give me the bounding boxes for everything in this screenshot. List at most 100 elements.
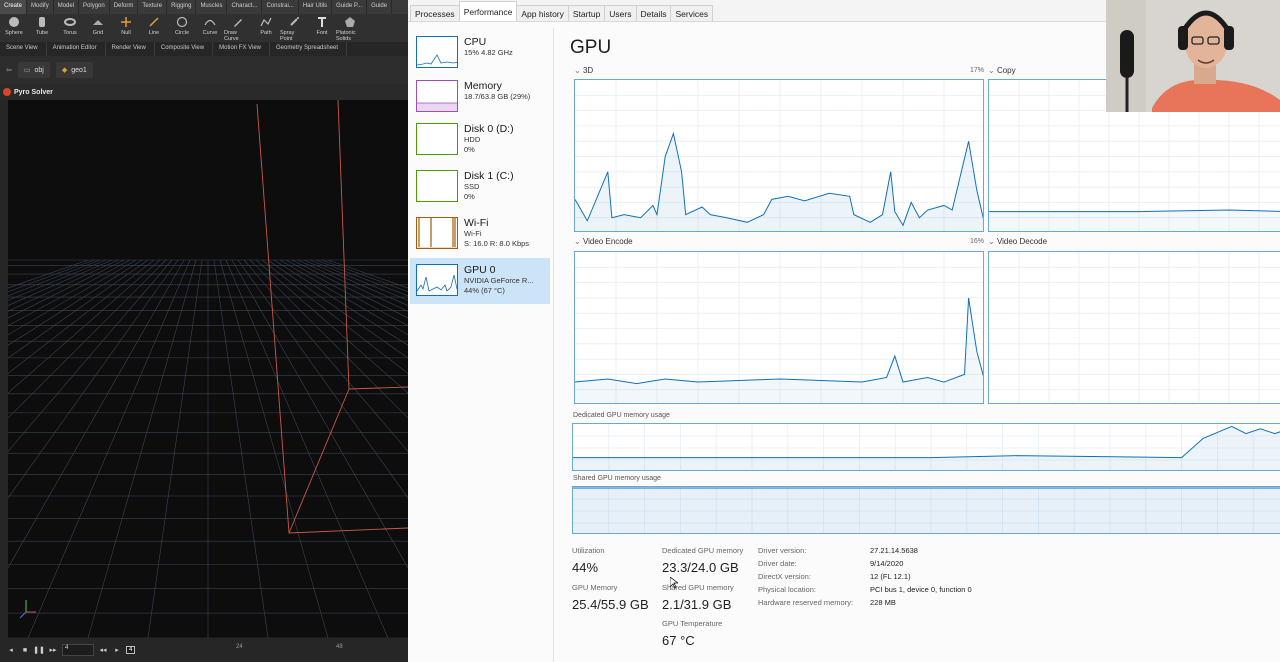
null-tool[interactable]: Null [112,14,140,42]
key-next-icon[interactable]: ▸ [112,645,122,655]
path-obj[interactable]: ▭ obj [17,62,50,78]
sidebar-item-gpu0[interactable]: GPU 0 NVIDIA GeForce R... 44% (67 °C) [410,258,550,304]
tab-startup[interactable]: Startup [567,5,606,21]
circle-tool[interactable]: Circle [168,14,196,42]
chevron-down-icon: ⌄ [574,237,583,246]
path-tool[interactable]: Path [252,14,280,42]
chevron-down-icon: ⌄ [988,66,997,75]
shelf-tab[interactable]: Muscles [196,0,228,14]
geo-icon: ◆ [61,67,68,74]
tube-tool[interactable]: Tube [28,14,56,42]
prop-key: Driver date: [758,559,797,568]
dedicated-memory-value: 23.3/24.0 GB [662,560,739,575]
screen: Create Modify Model Polygon Deform Textu… [0,0,1280,662]
pane-tab[interactable]: Render View [106,42,155,56]
wifi-name: Wi-Fi [464,229,482,238]
tab-details[interactable]: Details [635,5,672,21]
shared-memory-value: 2.1/31.9 GB [662,597,732,612]
sidebar-item-disk0[interactable]: Disk 0 (D:) HDD 0% [410,117,550,163]
wifi-rates: S: 16.0 R: 8.0 Kbps [464,239,530,248]
shelf-tab[interactable]: Guide [367,0,393,14]
shared-memory-svg [573,487,1280,533]
prop-value: PCI bus 1, device 0, function 0 [870,585,972,594]
spray-point-tool[interactable]: Spray Point [280,14,308,42]
shelf-tab[interactable]: Constrai... [262,0,299,14]
sidebar-item-wifi[interactable]: Wi-Fi Wi-Fi S: 16.0 R: 8.0 Kbps [410,211,550,257]
platonic-tool[interactable]: Platonic Solids [336,14,364,42]
grid-tool[interactable]: Grid [84,14,112,42]
shelf-tab[interactable]: Deform [110,0,139,14]
sidebar-item-cpu[interactable]: CPU 15% 4.82 GHz [410,30,550,76]
viewport-3d[interactable] [8,100,408,638]
tool-label: Tube [35,30,49,36]
gpu-usage: 44% (67 °C) [464,286,505,295]
disk0-type: HDD [464,135,481,144]
sidebar-item-disk1[interactable]: Disk 1 (C:) SSD 0% [410,164,550,210]
prop-value: 228 MB [870,598,896,607]
pane-tab[interactable]: Motion FX View [213,42,271,56]
key-prev-icon[interactable]: ◂◂ [98,645,108,655]
prop-key: DirectX version: [758,572,811,581]
font-tool[interactable]: Font [308,14,336,42]
shared-memory-graph [572,486,1280,534]
graph-3d-svg [575,80,983,231]
graph-copy-label[interactable]: ⌄ Copy [988,66,1016,75]
graph-venc-label[interactable]: ⌄ Video Encode [574,237,633,246]
tab-processes[interactable]: Processes [410,5,460,21]
frame-field[interactable]: 4 [62,644,94,656]
pyro-icon [3,88,11,96]
shelf-tab[interactable]: Polygon [79,0,110,14]
shelf-tab[interactable]: Charact... [227,0,263,14]
sidebar-item-memory[interactable]: Memory 18.7/63.8 GB (29%) [410,74,550,120]
tab-services[interactable]: Services [670,5,714,21]
draw-curve-tool[interactable]: Draw Curve [224,14,252,42]
tool-label: Sphere [5,30,23,36]
graph-3d-pct: 17% [970,67,985,74]
torus-tool[interactable]: Torus [56,14,84,42]
disk0-label: Disk 0 (D:) [464,123,514,135]
path-obj-label: obj [34,66,44,74]
path-geo[interactable]: ◆ geo1 [55,62,93,78]
viewport-toolbar[interactable] [0,100,8,638]
gpu-memory-value: 25.4/55.9 GB [572,597,649,612]
tool-label: Font [316,30,328,36]
tab-app-history[interactable]: App history [516,5,569,21]
shelf-tab[interactable]: Modify [27,0,54,14]
pane-tabs: Scene View Animation Editor Render View … [0,42,408,56]
pane-tab[interactable]: Geometry Spreadsheet [270,42,348,56]
back-arrow-icon[interactable]: ⇦ [6,66,12,74]
shared-memory-label: Shared GPU memory usage [573,475,661,482]
shelf-tab[interactable]: Hair Utils [299,0,333,14]
step-icon[interactable]: ❚❚ [33,645,45,655]
curve-tool[interactable]: Curve [196,14,224,42]
pane-tab[interactable]: Composite View [155,42,214,56]
graph-3d-label[interactable]: ⌄ 3D [574,66,593,75]
stop-icon[interactable]: ■ [20,645,30,655]
tool-label: Curve [202,30,218,36]
end-icon[interactable]: ▸▸ [48,645,58,655]
dedicated-memory-stat-label: Dedicated GPU memory [662,546,744,555]
line-tool[interactable]: Line [140,14,168,42]
tab-users[interactable]: Users [604,5,637,21]
line-icon [148,16,160,28]
path-geo-label: geo1 [71,66,87,74]
shelf-tab[interactable]: Model [54,0,80,14]
shelf-tab[interactable]: Create [0,0,28,14]
curve-icon [204,16,216,28]
memory-thumbnail [416,80,458,112]
page-title: GPU [570,37,612,58]
shelf-tab[interactable]: Texture [138,0,168,14]
pane-tab[interactable]: Scene View [0,42,47,56]
tool-label: Draw Curve [224,30,239,42]
sphere-tool[interactable]: Sphere [0,14,28,42]
play-back-icon[interactable]: ◂ [6,645,16,655]
houdini-window: Create Modify Model Polygon Deform Textu… [0,0,408,662]
gpu-label: GPU 0 [464,264,496,276]
frame-marker[interactable]: 4 [126,646,136,654]
prop-key: Driver version: [758,546,807,555]
tab-performance[interactable]: Performance [458,1,518,21]
shelf-tab[interactable]: Guide P... [332,0,368,14]
shelf-tab[interactable]: Rigging [167,0,197,14]
pane-tab[interactable]: Animation Editor [47,42,106,56]
graph-vdec-label[interactable]: ⌄ Video Decode [988,237,1047,246]
